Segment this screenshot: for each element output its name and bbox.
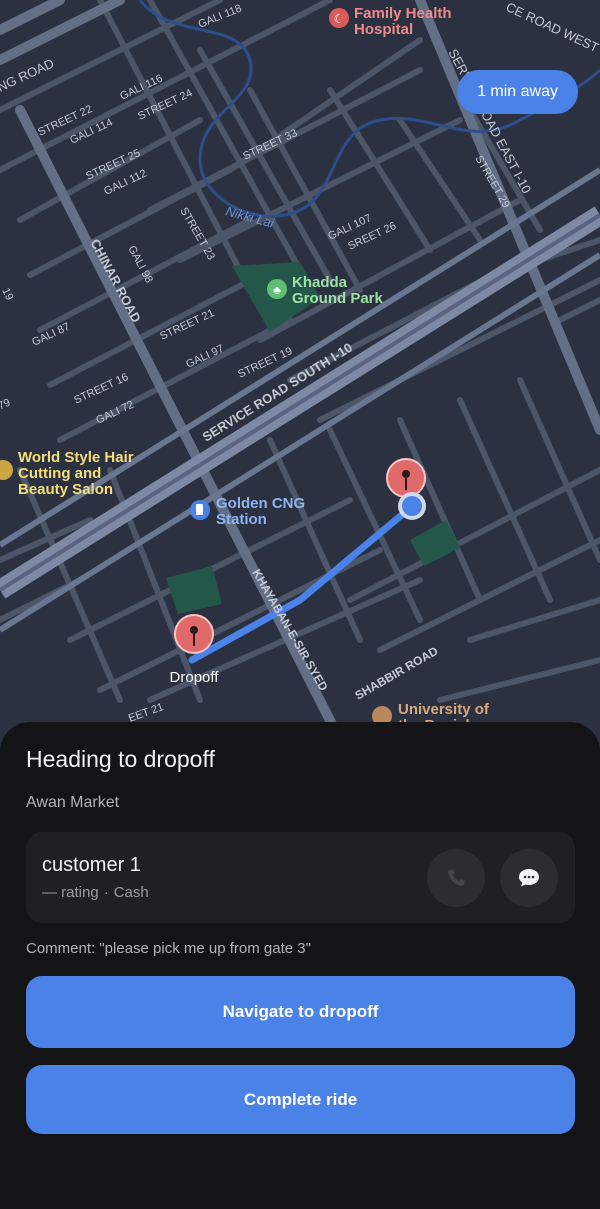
comment-label: Comment: — [26, 940, 96, 957]
svg-text:♣: ♣ — [273, 283, 281, 297]
poi-label: Station — [216, 511, 267, 528]
ride-status-title: Heading to dropoff — [26, 746, 215, 772]
poi-label: World Style Hair — [18, 449, 134, 466]
phone-icon — [448, 869, 465, 886]
destination-name: Awan Market — [26, 794, 120, 811]
chat-bubble-icon — [519, 869, 539, 887]
customer-meta: — rating · Cash — [42, 884, 149, 901]
payment-method: Cash — [113, 884, 149, 901]
svg-text:☾: ☾ — [334, 12, 345, 26]
ride-bottom-sheet: Heading to dropoff Awan Market customer … — [0, 722, 600, 1209]
eta-badge: 1 min away — [457, 70, 578, 114]
map-view[interactable]: GALI 118 NG ROAD STREET 22 GALI 116 GALI… — [0, 0, 600, 760]
poi-label: University of — [398, 701, 490, 718]
pickup-pin[interactable] — [386, 458, 426, 498]
poi-label: Family Health — [354, 5, 452, 22]
poi-label: Beauty Salon — [18, 481, 113, 498]
customer-card: customer 1 — rating · Cash — [26, 832, 575, 923]
customer-rating: — rating — [42, 884, 99, 901]
navigate-to-dropoff-button[interactable]: Navigate to dropoff — [26, 976, 575, 1048]
message-customer-button[interactable] — [500, 849, 558, 907]
rider-comment: Comment: "please pick me up from gate 3" — [26, 940, 311, 957]
complete-ride-button[interactable]: Complete ride — [26, 1065, 575, 1134]
customer-name: customer 1 — [42, 854, 141, 876]
poi-label: Ground Park — [292, 290, 384, 307]
poi-label: Hospital — [354, 21, 413, 38]
current-location-icon — [398, 492, 426, 520]
poi-label: Golden CNG — [216, 495, 305, 512]
comment-text: "please pick me up from gate 3" — [99, 940, 311, 957]
poi-label: Cutting and — [18, 465, 101, 482]
call-customer-button[interactable] — [427, 849, 485, 907]
poi-label: Khadda — [292, 274, 348, 291]
dropoff-label: Dropoff — [170, 669, 220, 686]
meta-separator: · — [103, 884, 109, 901]
